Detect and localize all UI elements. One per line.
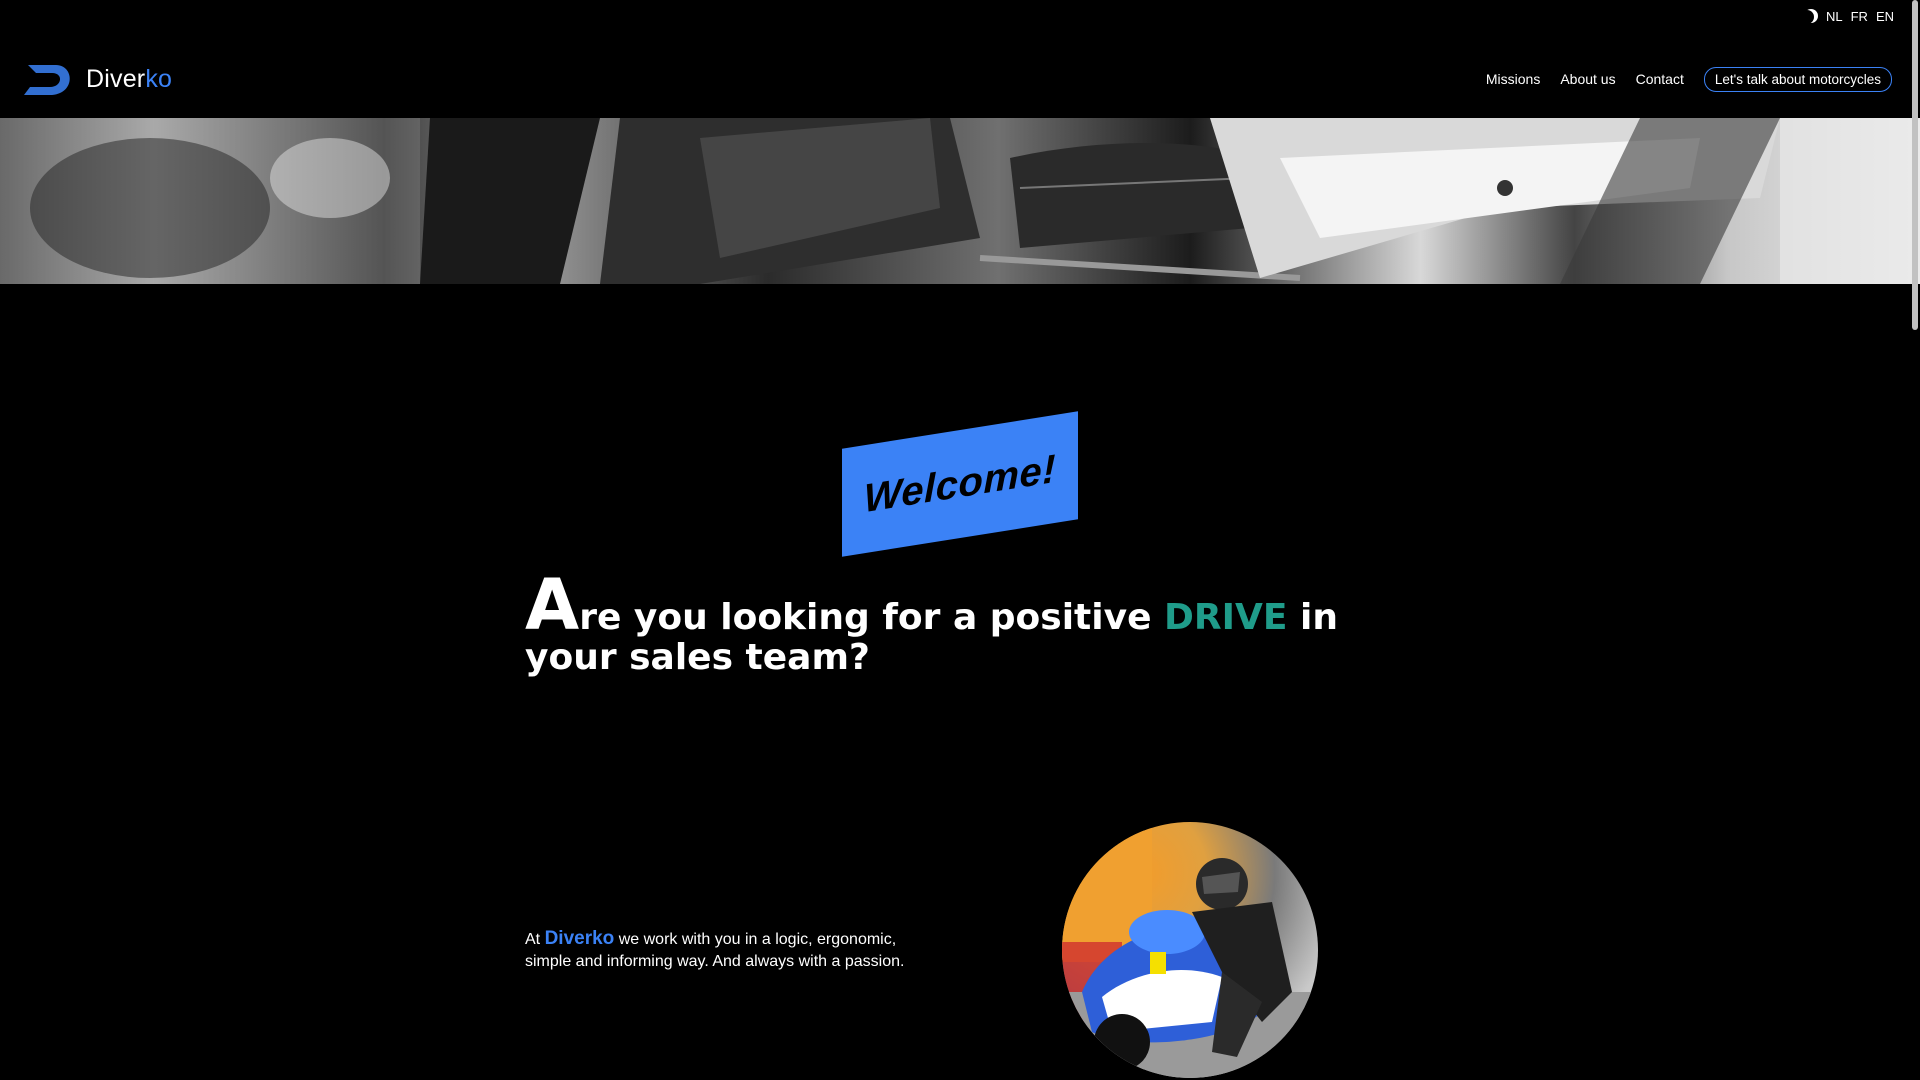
nav-contact[interactable]: Contact [1636,71,1684,87]
language-bar: NL FR EN [1804,9,1894,24]
nav-missions[interactable]: Missions [1486,71,1540,87]
moon-icon[interactable] [1800,10,1814,24]
logo[interactable]: Diverko [22,59,172,99]
page-scrollbar[interactable] [1912,0,1918,330]
nav-about-us[interactable]: About us [1560,71,1615,87]
hero-headline: Are you looking for a positive DRIVE in … [525,564,1338,678]
hero-banner-image [0,118,1920,284]
welcome-label: Welcome! [863,446,1057,521]
talk-motorcycles-button[interactable]: Let's talk about motorcycles [1703,66,1892,92]
main-nav: Missions About us Contact Let's talk abo… [1486,66,1892,92]
lang-en[interactable]: EN [1876,9,1894,24]
lang-fr[interactable]: FR [1851,9,1868,24]
lang-nl[interactable]: NL [1826,9,1843,24]
logo-text: Diverko [86,64,173,93]
drive-highlight: DRIVE [1164,597,1288,638]
intro-paragraph: At Diverko we work with you in a logic, … [525,928,905,970]
motorcycle-rider-photo [1062,822,1318,1078]
intro-brand: Diverko [544,928,615,949]
site-header: Diverko Missions About us Contact Let's … [0,40,1920,118]
drop-cap: A [525,564,580,646]
logo-d-icon [24,65,70,95]
welcome-badge: Welcome! [842,411,1078,557]
